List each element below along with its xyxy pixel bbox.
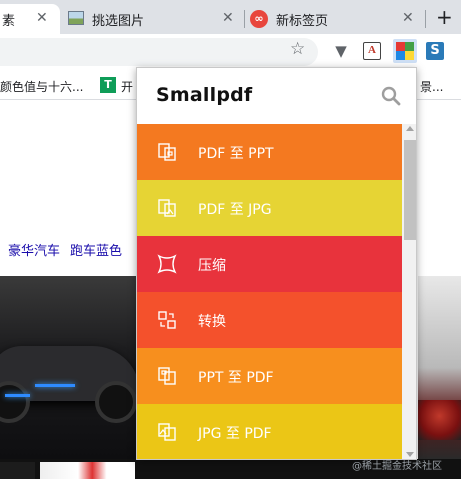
car-light-shape — [35, 384, 75, 387]
bookmark-t-icon: T — [100, 77, 116, 93]
menu-item-label: PPT 至 PDF — [198, 370, 274, 386]
menu-item-label: JPG 至 PDF — [198, 426, 272, 442]
browser-toolbar: ☆ ▼ A S — [0, 34, 461, 70]
popup-scrollbar[interactable] — [402, 124, 416, 459]
extension-smallpdf-icon[interactable] — [393, 39, 417, 63]
smallpdf-grid-icon — [396, 42, 414, 60]
menu-item-pdf-to-jpg[interactable]: PDF 至 JPG — [137, 180, 402, 236]
menu-item-label: 转换 — [198, 314, 226, 330]
close-icon[interactable]: ✕ — [222, 11, 234, 25]
popup-title: Smallpdf — [156, 84, 253, 106]
new-tab-button[interactable]: + — [436, 4, 453, 30]
close-icon[interactable]: ✕ — [36, 11, 48, 25]
close-icon[interactable]: ✕ — [402, 11, 414, 25]
thumbnail-image[interactable] — [40, 462, 135, 479]
image-favicon-icon — [68, 11, 84, 25]
watermark: @稀土掘金技术社区 — [352, 461, 442, 472]
bookmark-star-icon[interactable]: ☆ — [290, 41, 305, 58]
search-link[interactable]: 豪华汽车 — [8, 244, 60, 259]
menu-item-jpg-to-pdf[interactable]: JPG 至 PDF — [137, 404, 402, 459]
address-bar[interactable] — [0, 38, 318, 66]
extension-s-icon[interactable]: S — [426, 42, 444, 60]
pdf-to-ppt-icon — [158, 143, 176, 161]
pdf-to-jpg-icon — [158, 199, 176, 217]
car-image-detail — [418, 400, 461, 440]
search-link[interactable]: 跑车蓝色 — [70, 244, 122, 259]
menu-item-compress[interactable]: 压缩 — [137, 236, 402, 292]
related-search-links: 豪华汽车 跑车蓝色 — [8, 240, 132, 259]
scrollbar-thumb[interactable] — [404, 140, 416, 240]
menu-item-label: PDF 至 PPT — [198, 146, 274, 162]
tab-divider — [244, 10, 245, 28]
tab-select-images[interactable]: 挑选图片 ✕ — [62, 4, 242, 34]
menu-item-label: 压缩 — [198, 258, 226, 274]
bookmark-item[interactable]: 颜色值与十六... — [0, 78, 83, 95]
tab-strip: 素 ✕ 挑选图片 ✕ ∞ 新标签页 ✕ + — [0, 0, 461, 34]
compress-icon — [157, 254, 177, 274]
tab-active[interactable]: 素 ✕ — [0, 4, 60, 34]
ppt-to-pdf-icon — [158, 367, 176, 385]
convert-icon — [158, 311, 176, 329]
car-light-shape — [5, 394, 30, 397]
menu-item-pdf-to-ppt[interactable]: PDF 至 PPT — [137, 124, 402, 180]
scroll-up-arrow-icon[interactable] — [406, 126, 414, 131]
extension-translate-icon[interactable]: A — [363, 42, 381, 60]
popup-header: Smallpdf — [137, 68, 416, 124]
bookmark-item[interactable]: 景... — [420, 78, 443, 95]
tab-new-tab-page[interactable]: ∞ 新标签页 ✕ — [246, 4, 426, 34]
car-wheel-shape — [95, 381, 137, 423]
car-image[interactable] — [0, 276, 140, 459]
menu-item-convert[interactable]: 转换 — [137, 292, 402, 348]
tab-divider — [425, 10, 426, 28]
thumbnail-image[interactable] — [0, 462, 35, 479]
tab-label: 素 — [2, 13, 16, 29]
menu-item-ppt-to-pdf[interactable]: PPT 至 PDF — [137, 348, 402, 404]
extension-v-icon[interactable]: ▼ — [332, 42, 350, 60]
bookmark-item[interactable]: 开 — [121, 78, 133, 95]
smallpdf-popup: Smallpdf PDF 至 PPT PDF 至 JPG 压缩 转换 PPT 至… — [136, 67, 417, 460]
infinity-favicon-icon: ∞ — [250, 10, 268, 28]
search-icon[interactable] — [381, 86, 401, 106]
jpg-to-pdf-icon — [158, 423, 176, 441]
menu-item-label: PDF 至 JPG — [198, 202, 272, 218]
tool-menu: PDF 至 PPT PDF 至 JPG 压缩 转换 PPT 至 PDF JPG … — [137, 124, 402, 459]
